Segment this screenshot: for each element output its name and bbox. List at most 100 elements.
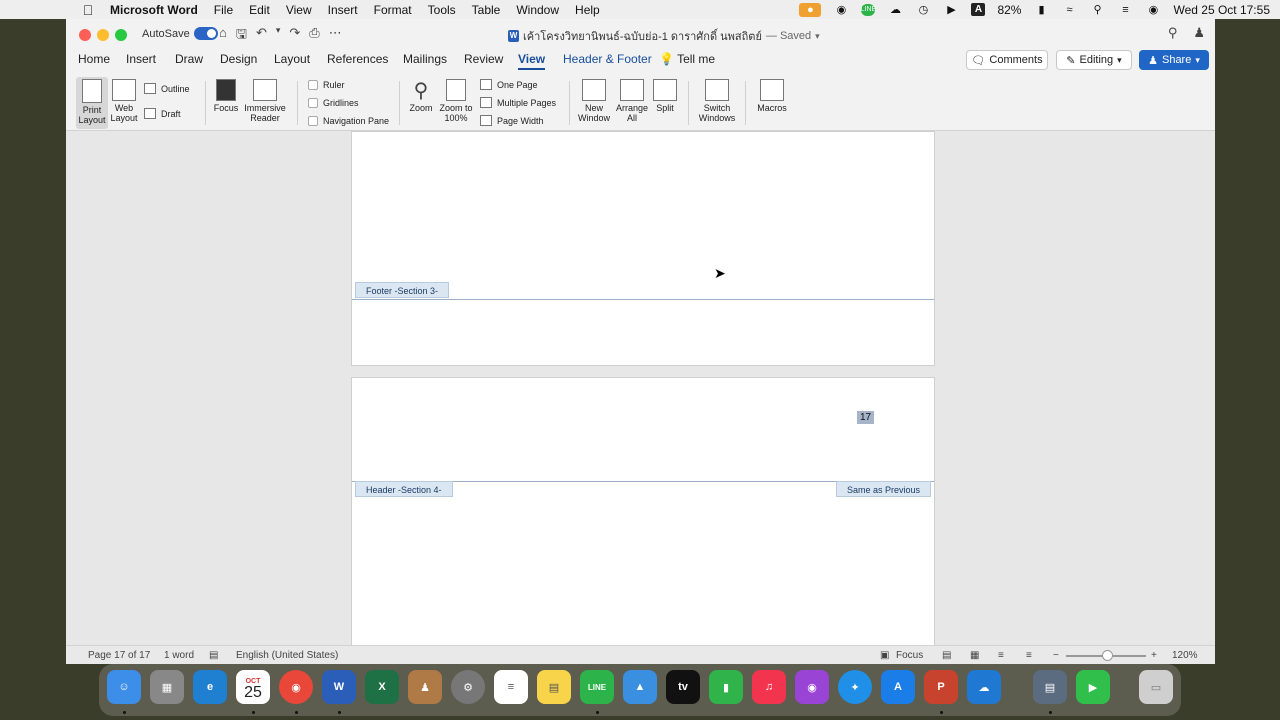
podcasts-icon[interactable]: ◉ (795, 670, 829, 704)
more-icon[interactable]: ⋯ (329, 25, 342, 47)
launchpad-icon[interactable]: ▦ (150, 670, 184, 704)
menu-table[interactable]: Table (472, 3, 501, 17)
line-icon[interactable]: LINE (861, 3, 876, 16)
battery-icon[interactable]: ▮ (1033, 3, 1049, 17)
ruler-checkbox[interactable]: Ruler (308, 80, 345, 90)
menu-view[interactable]: View (286, 3, 312, 17)
numbers-icon[interactable]: ▮ (709, 670, 743, 704)
safari-icon[interactable]: ✦ (838, 670, 872, 704)
multiple-pages-button[interactable]: Multiple Pages (480, 97, 556, 108)
contacts-icon[interactable]: ♟ (408, 670, 442, 704)
reminders-icon[interactable]: ≡ (494, 670, 528, 704)
tab-home[interactable]: Home (78, 52, 110, 66)
page-count[interactable]: Page 17 of 17 (88, 650, 150, 661)
facetime-icon[interactable]: ▶ (1076, 670, 1110, 704)
print-layout-view-icon[interactable]: ▤ (942, 650, 951, 661)
finder-icon[interactable]: ☺ (107, 670, 141, 704)
share-button[interactable]: ♟ Share ▾ (1139, 50, 1209, 70)
page-number-field[interactable]: 17 (857, 411, 875, 424)
notes-icon[interactable]: ▤ (537, 670, 571, 704)
tab-header-footer[interactable]: Header & Footer (563, 52, 652, 66)
save-icon[interactable]: 🖫 (236, 25, 247, 47)
cloud-icon[interactable]: ☁ (887, 3, 903, 17)
zoom-in-icon[interactable]: + (1151, 650, 1157, 661)
menu-help[interactable]: Help (575, 3, 600, 17)
spotlight-icon[interactable]: ⚲ (1089, 3, 1105, 17)
comments-button[interactable]: 🗨 Comments (966, 50, 1048, 70)
tab-view[interactable]: View (518, 52, 546, 70)
menu-file[interactable]: File (214, 3, 233, 17)
draft-button[interactable]: Draft (144, 108, 181, 119)
excel-icon[interactable]: X (365, 670, 399, 704)
apple-tv-icon[interactable]: tv (666, 670, 700, 704)
app-store-icon[interactable]: A (881, 670, 915, 704)
tab-insert[interactable]: Insert (126, 52, 156, 66)
page-16[interactable]: Footer -Section 3- (351, 131, 935, 366)
zoom-slider-handle[interactable] (1102, 650, 1113, 661)
arrange-all-button[interactable]: Arrange All (614, 79, 650, 123)
outline-button[interactable]: Outline (144, 83, 190, 94)
word-icon[interactable]: W (322, 670, 356, 704)
menu-tools[interactable]: Tools (428, 3, 456, 17)
siri-icon[interactable]: ◉ (1145, 3, 1161, 17)
editing-button[interactable]: ✎ Editing ▾ (1056, 50, 1132, 70)
wifi-icon[interactable]: ≈ (1061, 3, 1077, 17)
trash-icon[interactable]: ▭ (1139, 670, 1173, 704)
control-center-icon[interactable]: ≡ (1117, 3, 1133, 17)
word-count[interactable]: 1 word (164, 650, 194, 661)
chrome-icon[interactable]: ◉ (279, 670, 313, 704)
zoom-window-button[interactable] (115, 29, 127, 41)
tell-me[interactable]: 💡 Tell me (659, 52, 715, 66)
record-icon[interactable]: ◉ (833, 3, 849, 17)
apple-icon[interactable]:  (80, 2, 96, 18)
chevron-down-icon[interactable]: ▾ (276, 25, 281, 47)
share-people-icon[interactable]: ♟ (1193, 25, 1205, 41)
onedrive-icon[interactable]: ☁ (967, 670, 1001, 704)
powerpoint-icon[interactable]: P (924, 670, 958, 704)
minimize-window-button[interactable] (97, 29, 109, 41)
menu-edit[interactable]: Edit (249, 3, 270, 17)
undo-icon[interactable]: ↶ (256, 25, 267, 47)
microphone-icon[interactable]: ● (799, 2, 822, 17)
preview-icon[interactable]: ▤ (1033, 670, 1067, 704)
zoom-level[interactable]: 120% (1172, 650, 1198, 661)
menu-format[interactable]: Format (374, 3, 412, 17)
keynote-icon[interactable]: ▲ (623, 670, 657, 704)
split-button[interactable]: Split (652, 79, 678, 113)
immersive-reader-button[interactable]: Immersive Reader (242, 79, 288, 123)
tab-design[interactable]: Design (220, 52, 257, 66)
tab-layout[interactable]: Layout (274, 52, 310, 66)
menu-window[interactable]: Window (516, 3, 559, 17)
focus-mode-label[interactable]: Focus (896, 650, 923, 661)
document-title[interactable]: W เค้าโครงวิทยานิพนธ์-ฉบับย่อ-1 ดาราศักด… (508, 27, 820, 45)
close-window-button[interactable] (79, 29, 91, 41)
redo-icon[interactable]: ↷ (289, 25, 300, 47)
focus-mode-icon[interactable]: ▣ (880, 650, 889, 661)
tab-references[interactable]: References (327, 52, 388, 66)
draft-view-icon[interactable]: ≡ (1026, 650, 1032, 661)
zoom-100-button[interactable]: Zoom to 100% (438, 79, 474, 123)
page-width-button[interactable]: Page Width (480, 115, 544, 126)
zoom-button[interactable]: ⚲ Zoom (406, 79, 436, 113)
edge-icon[interactable]: e (193, 670, 227, 704)
switch-windows-button[interactable]: Switch Windows (694, 79, 740, 123)
print-icon[interactable]: ⎙ (309, 25, 319, 47)
menu-app-name[interactable]: Microsoft Word (110, 3, 198, 17)
line-app-icon[interactable]: LINE (580, 670, 614, 704)
document-canvas[interactable]: Footer -Section 3- 17 Header -Section 4-… (66, 131, 1215, 645)
input-source-icon[interactable]: A (971, 3, 986, 16)
home-icon[interactable]: ⌂ (219, 25, 227, 47)
system-settings-icon[interactable]: ⚙ (451, 670, 485, 704)
tab-mailings[interactable]: Mailings (403, 52, 447, 66)
calendar-icon[interactable]: OCT 25 (236, 670, 270, 704)
menu-clock[interactable]: Wed 25 Oct 17:55 (1173, 3, 1270, 17)
proofing-icon[interactable]: ▤ (209, 650, 218, 661)
one-page-button[interactable]: One Page (480, 79, 538, 90)
navigation-pane-checkbox[interactable]: Navigation Pane (308, 116, 389, 126)
autosave-toggle[interactable] (193, 27, 218, 40)
new-window-button[interactable]: New Window (576, 79, 612, 123)
menu-insert[interactable]: Insert (328, 3, 358, 17)
focus-button[interactable]: Focus (212, 79, 240, 113)
macros-button[interactable]: Macros (754, 79, 790, 113)
page-17[interactable]: 17 Header -Section 4- Same as Previous (351, 377, 935, 645)
